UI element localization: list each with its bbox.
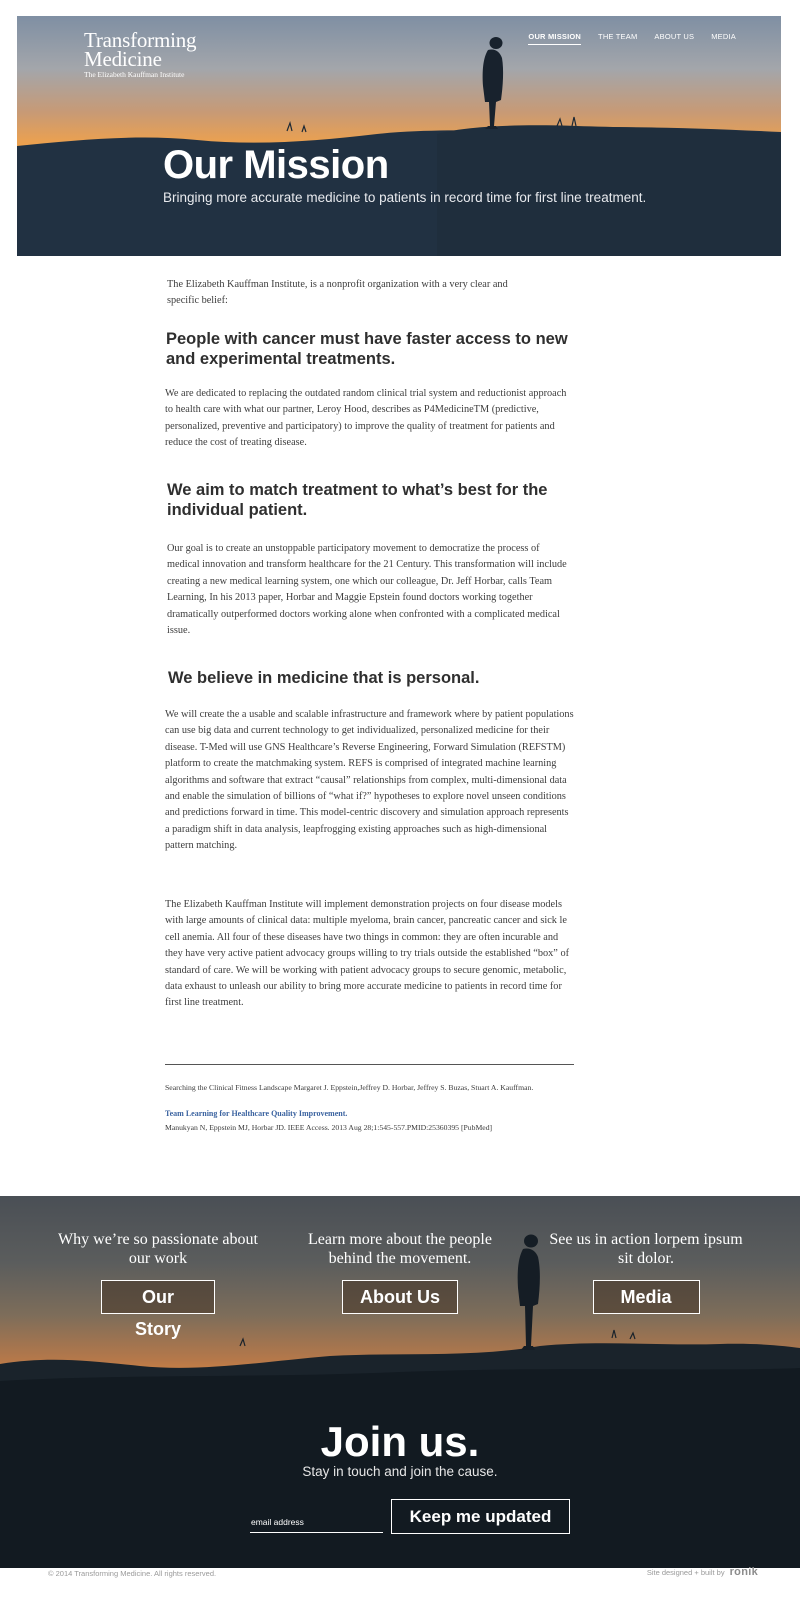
paragraph-demonstration-projects: The Elizabeth Kauffman Institute will im… xyxy=(165,899,570,1009)
page-title: Our Mission xyxy=(163,143,389,187)
logo-tagline: The Elizabeth Kauffman Institute xyxy=(84,70,185,79)
reference-2-citation: Manukyan N, Eppstein MJ, Horbar JD. IEEE… xyxy=(165,1123,493,1132)
cta-join-section: Why we’re so passionate about our work O… xyxy=(0,1196,800,1568)
join-title: Join us. xyxy=(320,1418,480,1465)
about-us-button[interactable]: About Us xyxy=(342,1280,458,1314)
reference-1: Searching the Clinical Fitness Landscape… xyxy=(165,1083,534,1092)
heading-match-treatment: We aim to match treatment to what’s best… xyxy=(167,481,548,519)
site-logo[interactable]: Transforming Medicine The Elizabeth Kauf… xyxy=(84,30,197,80)
ronik-logo-link[interactable]: ronik xyxy=(730,1566,758,1578)
silhouette-figure-icon xyxy=(482,37,504,129)
credit-text: Site designed + built by xyxy=(646,1567,725,1577)
cta-about-us: Learn more about the people behind the m… xyxy=(300,1230,500,1314)
site-credit: Site designed + built by ronik xyxy=(647,1566,758,1578)
join-subtitle: Stay in touch and join the cause. xyxy=(302,1464,498,1479)
cta-our-story-text: Why we’re so passionate about our work xyxy=(58,1231,258,1267)
page-subtitle: Bringing more accurate medicine to patie… xyxy=(163,190,647,205)
logo-line-2: Medicine xyxy=(84,47,162,71)
keep-me-updated-button[interactable]: Keep me updated xyxy=(391,1499,570,1534)
nav-item-media[interactable]: MEDIA xyxy=(711,32,736,45)
main-nav: OUR MISSION THE TEAM ABOUT US MEDIA xyxy=(528,32,736,45)
cta-media: See us in action lorpem ipsum sit dolor.… xyxy=(546,1230,746,1314)
nav-item-about-us[interactable]: ABOUT US xyxy=(654,32,694,45)
nav-item-our-mission[interactable]: OUR MISSION xyxy=(528,32,582,45)
cta-about-us-text: Learn more about the people behind the m… xyxy=(308,1231,492,1267)
hero-banner: Transforming Medicine The Elizabeth Kauf… xyxy=(17,16,781,256)
nav-item-the-team[interactable]: THE TEAM xyxy=(598,32,637,45)
email-field[interactable] xyxy=(250,1511,383,1533)
paragraph-refs-platform: We will create the a usable and scalable… xyxy=(165,709,574,852)
intro-paragraph: The Elizabeth Kauffman Institute, is a n… xyxy=(167,279,508,307)
heading-personal-medicine: We believe in medicine that is personal. xyxy=(168,669,480,687)
cta-media-text: See us in action lorpem ipsum sit dolor. xyxy=(549,1231,743,1267)
reference-2-link[interactable]: Team Learning for Healthcare Quality Imp… xyxy=(165,1109,347,1118)
media-button[interactable]: Media xyxy=(592,1280,700,1314)
cta-our-story: Why we’re so passionate about our work O… xyxy=(58,1230,258,1340)
paragraph-team-learning: Our goal is to create an unstoppable par… xyxy=(167,543,567,637)
our-story-button[interactable]: Our Story xyxy=(101,1280,215,1339)
copyright-text: © 2014 Transforming Medicine. All rights… xyxy=(48,1569,217,1578)
silhouette-figure-icon xyxy=(517,1234,540,1350)
references-divider xyxy=(165,1064,574,1065)
paragraph-p4medicine: We are dedicated to replacing the outdat… xyxy=(165,388,567,449)
heading-faster-access: People with cancer must have faster acce… xyxy=(166,330,568,368)
